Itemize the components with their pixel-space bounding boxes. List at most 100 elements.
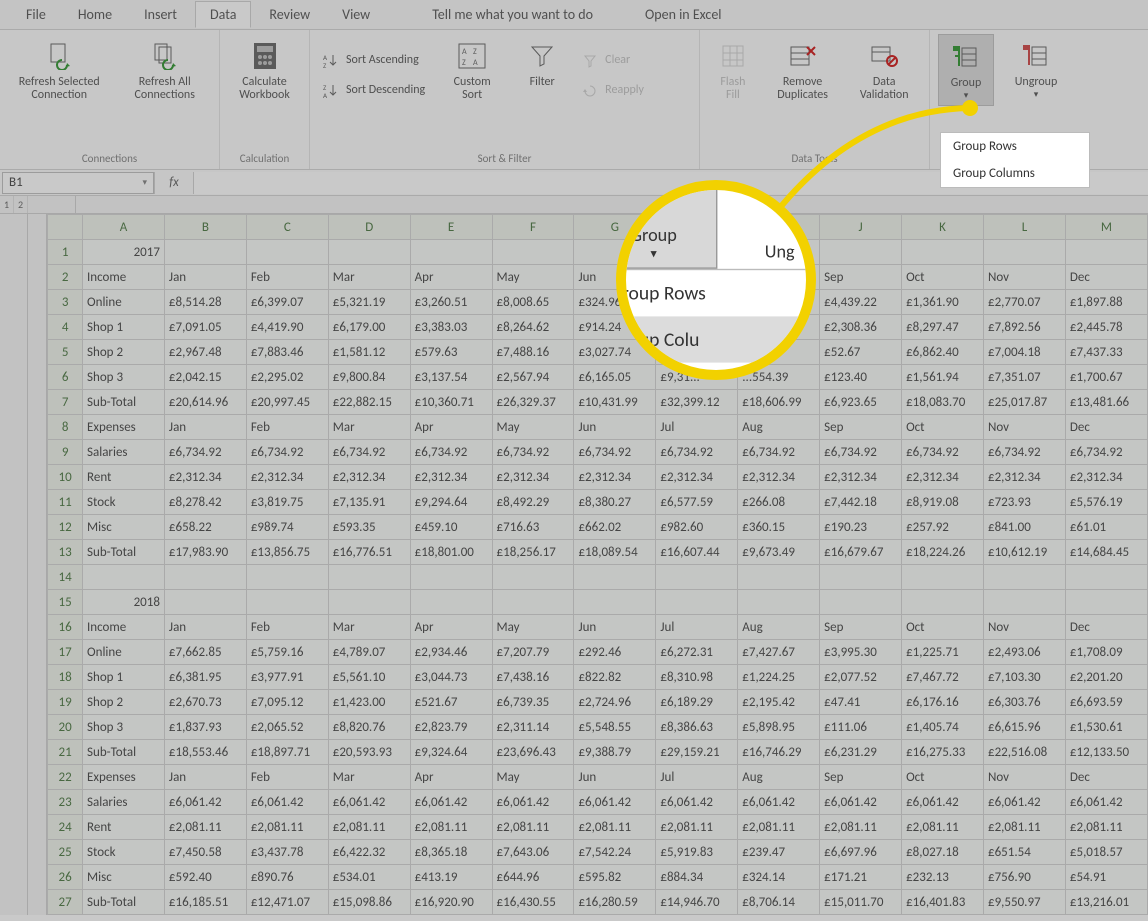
cell[interactable]: Stock [83, 490, 165, 515]
cell[interactable]: Sub-Total [83, 390, 165, 415]
remove-duplicates-button[interactable]: Remove Duplicates [766, 34, 840, 106]
calculate-workbook-button[interactable]: Calculate Workbook [228, 34, 301, 106]
cell[interactable]: £3,137.54 [410, 365, 492, 390]
cell[interactable]: £2,195.42 [738, 690, 820, 715]
cell[interactable] [410, 590, 492, 615]
cell[interactable]: £16,430.55 [492, 890, 574, 915]
row-header-2[interactable]: 2 [48, 265, 83, 290]
cell[interactable]: £7,662.85 [164, 640, 246, 665]
flash-fill-button[interactable]: Flash Fill [708, 34, 758, 106]
row-header-23[interactable]: 23 [48, 790, 83, 815]
cell[interactable]: Sub-Total [83, 540, 165, 565]
cell[interactable]: Aug [738, 615, 820, 640]
cell[interactable]: £592.40 [164, 865, 246, 890]
cell[interactable]: £17,983.90 [164, 540, 246, 565]
cell[interactable]: £2,770.07 [983, 290, 1065, 315]
row-header-13[interactable]: 13 [48, 540, 83, 565]
cell[interactable]: £32,399.12 [656, 390, 738, 415]
cell[interactable]: Rent [83, 465, 165, 490]
row-header-21[interactable]: 21 [48, 740, 83, 765]
cell[interactable]: £2,934.46 [410, 640, 492, 665]
cell[interactable]: £6,061.42 [246, 790, 328, 815]
cell[interactable]: Aug [738, 765, 820, 790]
cell[interactable]: £20,593.93 [328, 740, 410, 765]
cell[interactable]: £2,081.11 [902, 815, 984, 840]
cell[interactable]: £16,280.59 [574, 890, 656, 915]
cell[interactable]: £22,516.08 [983, 740, 1065, 765]
row-header-7[interactable]: 7 [48, 390, 83, 415]
cell[interactable]: Jul [656, 765, 738, 790]
cell[interactable]: £10,360.71 [410, 390, 492, 415]
cell[interactable]: Sub-Total [83, 740, 165, 765]
cell[interactable]: £5,561.10 [328, 665, 410, 690]
cell[interactable]: £2,081.11 [410, 815, 492, 840]
cell[interactable]: Feb [246, 765, 328, 790]
cell[interactable]: Mar [328, 265, 410, 290]
cell[interactable]: £6,734.92 [656, 440, 738, 465]
cell[interactable]: Nov [983, 265, 1065, 290]
cell[interactable]: Nov [983, 415, 1065, 440]
cell[interactable]: £6,615.96 [983, 715, 1065, 740]
cell[interactable]: £5,759.16 [246, 640, 328, 665]
cell[interactable]: Jul [656, 615, 738, 640]
cell[interactable]: £16,776.51 [328, 540, 410, 565]
cell[interactable]: Jan [164, 615, 246, 640]
group-button[interactable]: Group ▾ [938, 34, 994, 106]
cell[interactable]: £459.10 [410, 515, 492, 540]
cell[interactable]: £6,399.07 [246, 290, 328, 315]
cell[interactable]: £16,275.33 [902, 740, 984, 765]
cell[interactable] [492, 565, 574, 590]
row-header-27[interactable]: 27 [48, 890, 83, 915]
cell[interactable]: £6,693.59 [1065, 690, 1147, 715]
ungroup-button[interactable]: Ungroup ▾ [1002, 34, 1070, 104]
cell[interactable]: £18,256.17 [492, 540, 574, 565]
cell[interactable]: £54.91 [1065, 865, 1147, 890]
row-header-16[interactable]: 16 [48, 615, 83, 640]
cell[interactable]: £7,450.58 [164, 840, 246, 865]
cell[interactable]: Salaries [83, 790, 165, 815]
cell[interactable]: £1,561.94 [902, 365, 984, 390]
cell[interactable]: £841.00 [983, 515, 1065, 540]
cell[interactable]: Dec [1065, 415, 1147, 440]
row-header-24[interactable]: 24 [48, 815, 83, 840]
row-header-3[interactable]: 3 [48, 290, 83, 315]
cell[interactable]: Expenses [83, 415, 165, 440]
cell[interactable] [164, 240, 246, 265]
cell[interactable]: £23,696.43 [492, 740, 574, 765]
cell[interactable] [902, 240, 984, 265]
cell[interactable]: May [492, 415, 574, 440]
cell[interactable]: £4,439.22 [820, 290, 902, 315]
cell[interactable]: £8,919.08 [902, 490, 984, 515]
cell[interactable]: £10,612.19 [983, 540, 1065, 565]
cell[interactable]: £26,329.37 [492, 390, 574, 415]
row-header-6[interactable]: 6 [48, 365, 83, 390]
cell[interactable]: £16,607.44 [656, 540, 738, 565]
clear-filter-button[interactable]: Clear [577, 48, 648, 74]
cell[interactable]: Mar [328, 415, 410, 440]
cell[interactable]: £1,708.09 [1065, 640, 1147, 665]
cell[interactable]: £16,920.90 [410, 890, 492, 915]
cell[interactable]: £9,673.49 [738, 540, 820, 565]
cell[interactable]: £8,264.62 [492, 315, 574, 340]
cell[interactable]: £324.14 [738, 865, 820, 890]
cell[interactable]: £2,670.73 [164, 690, 246, 715]
cell[interactable]: £413.19 [410, 865, 492, 890]
cell[interactable] [492, 590, 574, 615]
cell[interactable]: £16,746.29 [738, 740, 820, 765]
cell[interactable]: Expenses [83, 765, 165, 790]
cell[interactable]: £6,179.00 [328, 315, 410, 340]
row-header-5[interactable]: 5 [48, 340, 83, 365]
cell[interactable] [574, 565, 656, 590]
cell[interactable]: £3,995.30 [820, 640, 902, 665]
cell[interactable]: £7,542.24 [574, 840, 656, 865]
cell[interactable]: £2,081.11 [328, 815, 410, 840]
cell[interactable] [328, 565, 410, 590]
cell[interactable]: £22,882.15 [328, 390, 410, 415]
cell[interactable]: £9,550.97 [983, 890, 1065, 915]
row-header-25[interactable]: 25 [48, 840, 83, 865]
cell[interactable]: £9,388.79 [574, 740, 656, 765]
column-header-L[interactable]: L [983, 215, 1065, 240]
filter-button[interactable]: Filter [515, 34, 569, 93]
row-header-15[interactable]: 15 [48, 590, 83, 615]
cell[interactable]: £6,061.42 [738, 790, 820, 815]
